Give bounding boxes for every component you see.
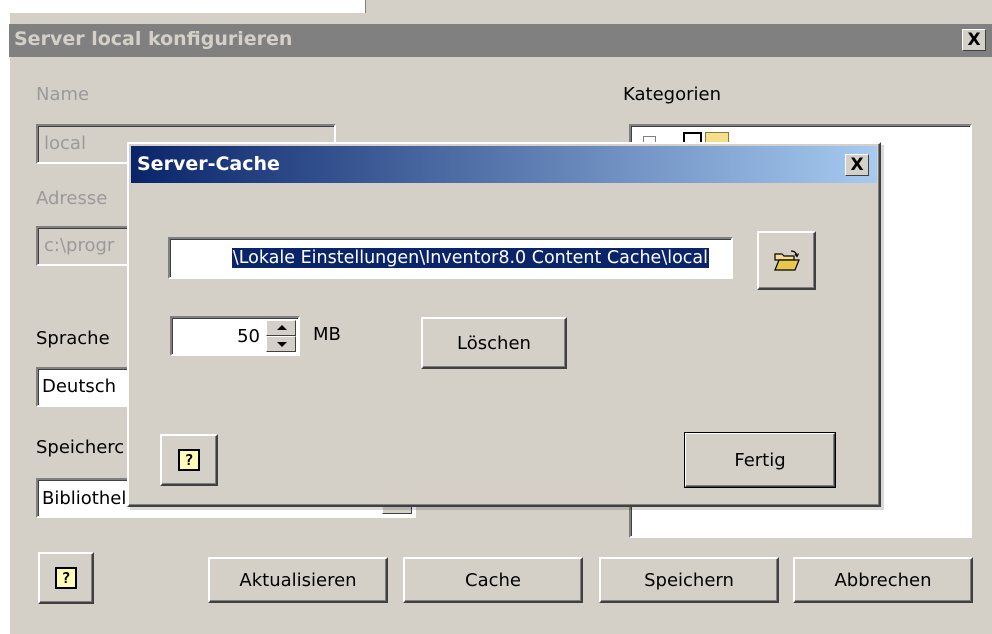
arrow-down-icon (277, 342, 287, 347)
cache-size-up-button[interactable] (266, 320, 296, 336)
cache-size-stepper[interactable]: 50 (170, 316, 300, 356)
outer-title: Server local konfigurieren (14, 28, 293, 50)
name-label: Name (36, 84, 90, 105)
help-icon: ? (55, 567, 77, 589)
cancel-button[interactable]: Abbrechen (793, 557, 973, 603)
browse-folder-button[interactable] (757, 231, 816, 290)
language-label: Sprache (36, 328, 110, 349)
storage-label: Speicherc (36, 437, 125, 458)
done-button[interactable]: Fertig (684, 432, 836, 488)
address-field-value: c:\progr (44, 235, 115, 256)
cache-size-unit: MB (313, 324, 341, 345)
cache-size-value: 50 (237, 326, 260, 347)
name-field-value: local (44, 133, 86, 154)
background-window-edge-right (495, 0, 992, 13)
outer-close-button[interactable]: X (962, 29, 986, 51)
cache-path-field[interactable]: \Lokale Einstellungen\Inventor8.0 Conten… (168, 237, 733, 279)
cache-size-down-button[interactable] (266, 336, 296, 352)
cache-path-value: \Lokale Einstellungen\Inventor8.0 Conten… (231, 248, 709, 268)
delete-cache-button[interactable]: Löschen (421, 317, 567, 369)
dialog-help-button[interactable]: ? (160, 434, 218, 486)
folder-open-icon (773, 249, 800, 271)
save-button[interactable]: Speichern (599, 557, 779, 603)
outer-help-button[interactable]: ? (38, 552, 94, 604)
help-icon: ? (178, 449, 200, 471)
categories-label: Kategorien (623, 84, 721, 105)
server-cache-title-bar: Server-Cache (131, 146, 877, 183)
address-label: Adresse (36, 188, 108, 209)
refresh-button[interactable]: Aktualisieren (208, 557, 388, 603)
server-cache-close-button[interactable]: X (845, 154, 869, 176)
cache-button[interactable]: Cache (403, 557, 583, 603)
outer-title-bar: Server local konfigurieren (9, 24, 992, 57)
server-cache-title: Server-Cache (137, 153, 280, 175)
language-select-value: Deutsch (42, 376, 117, 397)
background-window-edge (365, 0, 496, 13)
storage-select-value: Bibliothel (42, 488, 127, 509)
arrow-up-icon (277, 325, 287, 330)
